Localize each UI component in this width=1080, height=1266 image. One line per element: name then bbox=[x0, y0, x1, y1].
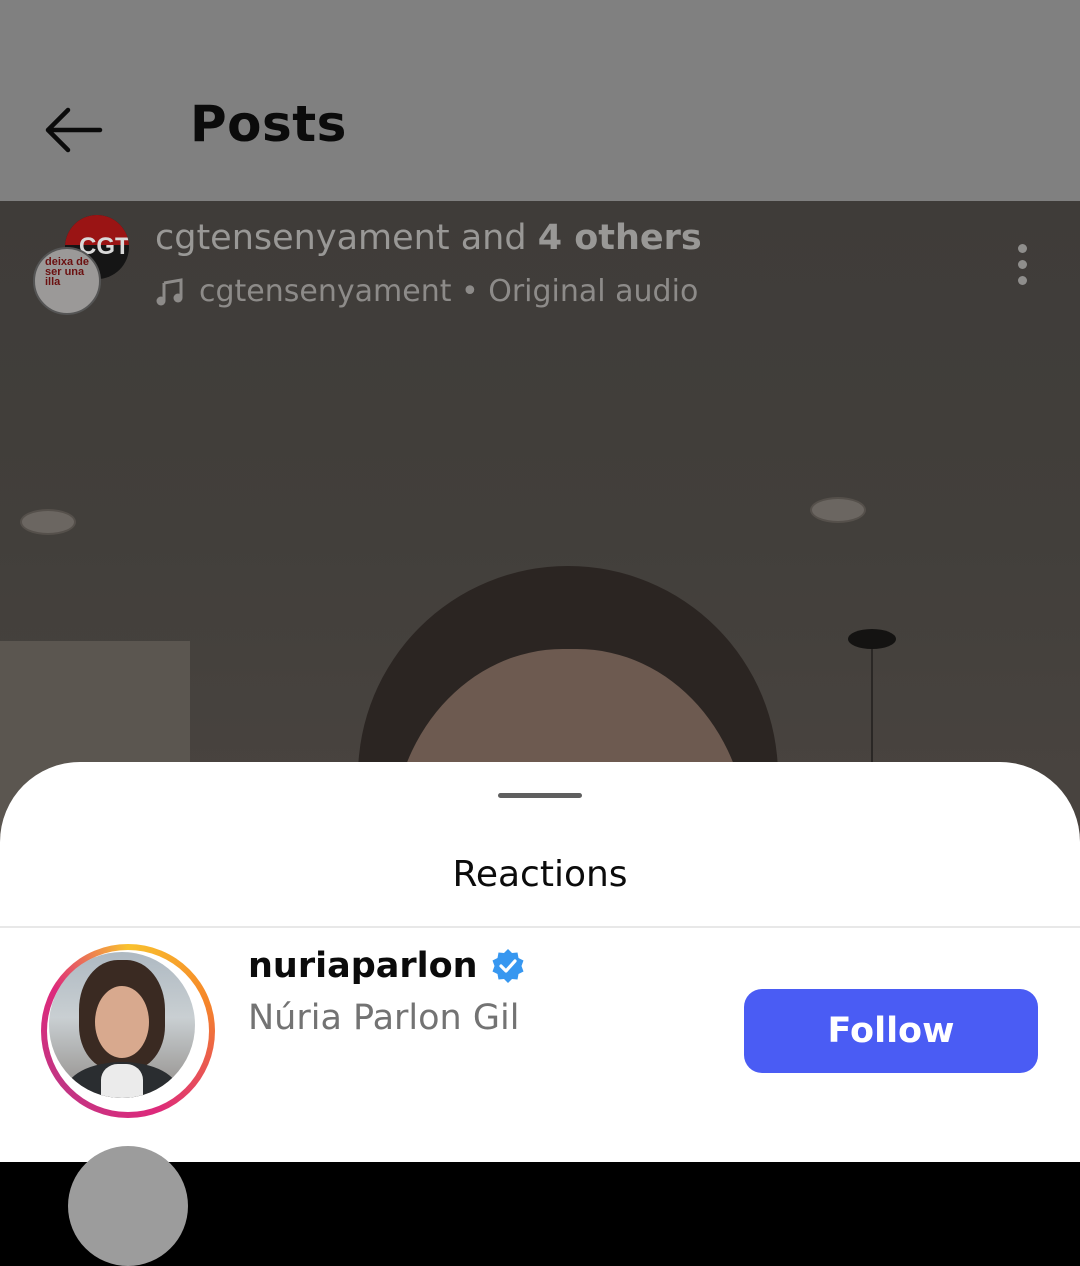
pendant-cord bbox=[871, 649, 873, 769]
list-item[interactable]: nuriaparlon Núria Parlon Gil Follow bbox=[0, 942, 1080, 1118]
reactions-sheet: Reactions nuriaparlon Núria Parlon Gil F… bbox=[0, 762, 1080, 1266]
arrow-left-icon bbox=[45, 107, 103, 153]
top-app-bar: Posts bbox=[0, 0, 1080, 201]
story-ring[interactable] bbox=[41, 944, 215, 1118]
reaction-username[interactable]: nuriaparlon bbox=[248, 946, 526, 986]
reaction-full-name: Núria Parlon Gil bbox=[248, 998, 520, 1038]
pendant-lamp bbox=[848, 629, 896, 649]
sheet-title: Reactions bbox=[452, 854, 628, 895]
post-author[interactable]: cgtensenyament and 4 others bbox=[155, 218, 702, 258]
audio-label: cgtensenyament • Original audio bbox=[199, 274, 699, 309]
avatar[interactable] bbox=[68, 1146, 188, 1266]
post-others[interactable]: 4 others bbox=[538, 218, 702, 258]
username-text: nuriaparlon bbox=[248, 946, 478, 986]
avatar-deixa-logo-text: deixa de ser una illa bbox=[45, 256, 90, 288]
ceiling-light bbox=[810, 497, 866, 523]
avatar bbox=[49, 952, 195, 1098]
ceiling-light bbox=[20, 509, 76, 535]
music-note-icon bbox=[156, 277, 183, 305]
more-options-button[interactable] bbox=[1014, 244, 1030, 286]
verified-badge-icon bbox=[492, 949, 524, 983]
follow-button[interactable]: Follow bbox=[744, 989, 1038, 1073]
back-button[interactable] bbox=[40, 100, 106, 160]
more-vertical-icon bbox=[1017, 244, 1027, 253]
post-username[interactable]: cgtensenyament bbox=[155, 218, 450, 258]
drag-handle[interactable] bbox=[498, 793, 582, 798]
post-and: and bbox=[460, 218, 527, 258]
page-title: Posts bbox=[190, 95, 347, 153]
divider bbox=[0, 926, 1080, 928]
post-avatars[interactable]: CGT deixa de ser una illa bbox=[33, 215, 133, 315]
avatar-deixa: deixa de ser una illa bbox=[33, 247, 101, 315]
post-audio[interactable]: cgtensenyament • Original audio bbox=[155, 274, 698, 309]
